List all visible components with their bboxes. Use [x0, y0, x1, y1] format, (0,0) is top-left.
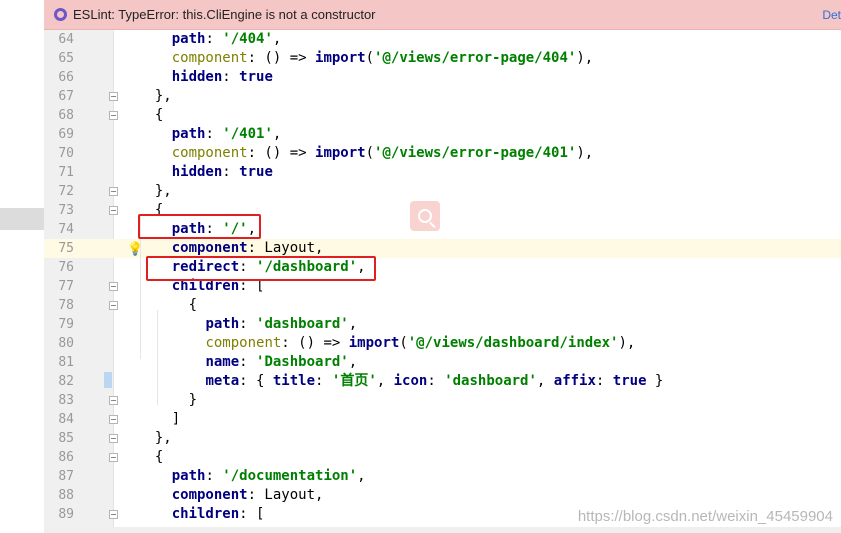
code-text: component: Layout,	[171, 487, 324, 503]
code-text: component: () => import('@/views/error-p…	[171, 145, 594, 161]
line-number: 68	[58, 108, 74, 123]
code-line[interactable]: 80 component: () => import('@/views/dash…	[44, 334, 841, 353]
line-number: 69	[58, 127, 74, 142]
highlight-box-path	[138, 214, 261, 239]
code-line[interactable]: 78 {	[44, 296, 841, 315]
indent-guide	[157, 310, 158, 405]
code-line[interactable]: 68 {	[44, 106, 841, 125]
code-line[interactable]: 87 path: '/documentation',	[44, 467, 841, 486]
gutter-marker	[104, 372, 112, 388]
code-line[interactable]: 84 ]	[44, 410, 841, 429]
code-line[interactable]: 70 component: () => import('@/views/erro…	[44, 144, 841, 163]
line-number: 80	[58, 336, 74, 351]
line-number: 84	[58, 412, 74, 427]
line-number: 88	[58, 488, 74, 503]
fold-toggle-icon[interactable]	[109, 301, 118, 310]
code-line[interactable]: 86 {	[44, 448, 841, 467]
highlight-box-redirect	[146, 256, 376, 281]
fold-toggle-icon[interactable]	[109, 396, 118, 405]
code-editor[interactable]: 64 path: '/404', 65 component: () => impo…	[44, 30, 841, 533]
fold-toggle-icon[interactable]	[109, 453, 118, 462]
code-text: ]	[138, 411, 181, 427]
line-number: 78	[58, 298, 74, 313]
code-text: path: '/404',	[171, 31, 282, 47]
fold-toggle-icon[interactable]	[109, 415, 118, 424]
code-line[interactable]: 79 path: 'dashboard',	[44, 315, 841, 334]
line-number: 89	[58, 507, 74, 522]
line-number: 87	[58, 469, 74, 484]
line-number: 76	[58, 260, 74, 275]
fold-toggle-icon[interactable]	[109, 111, 118, 120]
line-number: 86	[58, 450, 74, 465]
code-line[interactable]: 66 hidden: true	[44, 68, 841, 87]
line-number: 66	[58, 70, 74, 85]
code-text: path: '/401',	[171, 126, 282, 142]
line-number: 72	[58, 184, 74, 199]
code-line[interactable]: 65 component: () => import('@/views/erro…	[44, 49, 841, 68]
line-number: 81	[58, 355, 74, 370]
line-number: 75	[58, 241, 74, 256]
code-line[interactable]: 64 path: '/404',	[44, 30, 841, 49]
code-text: meta: { title: '首页', icon: 'dashboard', …	[205, 373, 664, 389]
code-text: component: () => import('@/views/dashboa…	[205, 335, 636, 351]
left-panel-edge	[0, 0, 44, 533]
code-line[interactable]: 71 hidden: true	[44, 163, 841, 182]
code-text: children: [	[171, 506, 265, 522]
eslint-icon	[54, 8, 67, 21]
banner-details-link[interactable]: Det	[822, 8, 841, 22]
line-number: 85	[58, 431, 74, 446]
banner-message: ESLint: TypeError: this.CliEngine is not…	[73, 7, 376, 22]
line-number: 71	[58, 165, 74, 180]
search-icon[interactable]	[410, 201, 440, 231]
line-number: 77	[58, 279, 74, 294]
code-text: }	[138, 392, 198, 408]
code-text: },	[138, 430, 172, 446]
fold-toggle-icon[interactable]	[109, 434, 118, 443]
line-number: 64	[58, 32, 74, 47]
code-line[interactable]: 88 component: Layout,	[44, 486, 841, 505]
fold-toggle-icon[interactable]	[109, 187, 118, 196]
watermark: https://blog.csdn.net/weixin_45459904	[577, 508, 833, 525]
code-text: },	[138, 183, 172, 199]
eslint-error-banner: ESLint: TypeError: this.CliEngine is not…	[44, 0, 841, 30]
code-text: {	[138, 107, 164, 123]
horizontal-scrollbar[interactable]	[44, 527, 841, 533]
line-number: 79	[58, 317, 74, 332]
code-text: name: 'Dashboard',	[205, 354, 358, 370]
fold-toggle-icon[interactable]	[109, 282, 118, 291]
code-text: {	[138, 449, 164, 465]
code-line[interactable]: 69 path: '/401',	[44, 125, 841, 144]
line-number: 70	[58, 146, 74, 161]
code-line[interactable]: 82 meta: { title: '首页', icon: 'dashboard…	[44, 372, 841, 391]
code-text: hidden: true	[171, 69, 273, 85]
code-line[interactable]: 83 }	[44, 391, 841, 410]
line-number: 65	[58, 51, 74, 66]
code-line[interactable]: 85 },	[44, 429, 841, 448]
fold-toggle-icon[interactable]	[109, 510, 118, 519]
code-line[interactable]: 81 name: 'Dashboard',	[44, 353, 841, 372]
code-line[interactable]: 67 },	[44, 87, 841, 106]
code-text: path: '/documentation',	[171, 468, 366, 484]
panel-splitter-marker	[0, 208, 44, 230]
line-number: 67	[58, 89, 74, 104]
line-number: 73	[58, 203, 74, 218]
line-number: 82	[58, 374, 74, 389]
code-text: component: () => import('@/views/error-p…	[171, 50, 594, 66]
code-text: path: 'dashboard',	[205, 316, 358, 332]
code-text: {	[138, 297, 198, 313]
line-number: 74	[58, 222, 74, 237]
fold-toggle-icon[interactable]	[109, 92, 118, 101]
code-line[interactable]: 72 },	[44, 182, 841, 201]
line-number: 83	[58, 393, 74, 408]
code-text: },	[138, 88, 172, 104]
fold-toggle-icon[interactable]	[109, 206, 118, 215]
code-text: hidden: true	[171, 164, 273, 180]
